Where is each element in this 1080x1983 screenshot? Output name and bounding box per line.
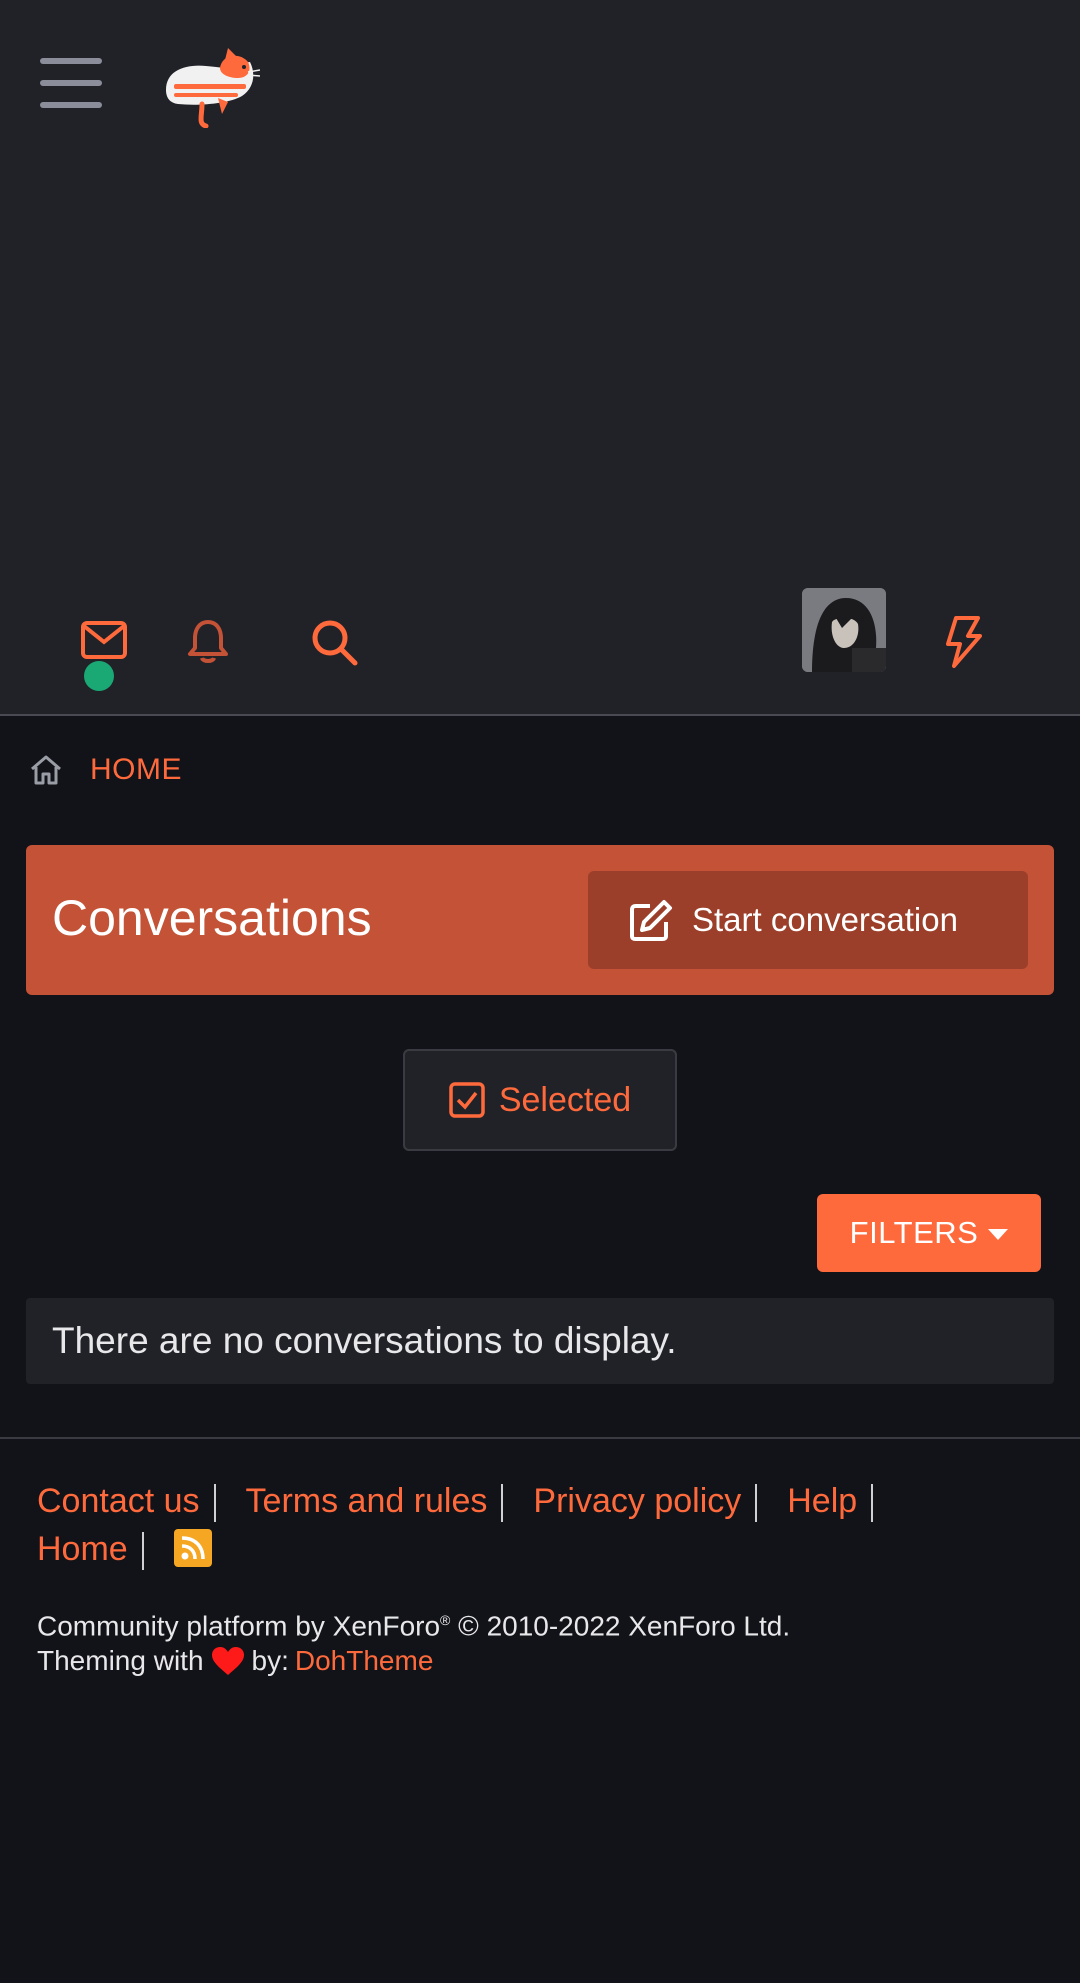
start-conversation-label: Start conversation (692, 901, 958, 938)
help-link[interactable]: Help (787, 1482, 857, 1520)
page-title-bar: Conversations Start conversation (26, 845, 1054, 995)
caret-down-icon (988, 1229, 1009, 1240)
checkbox-icon (449, 1082, 485, 1118)
user-avatar[interactable] (802, 588, 886, 672)
privacy-link[interactable]: Privacy policy (533, 1482, 741, 1520)
breadcrumb-home-link[interactable]: HOME (90, 753, 182, 787)
link-separator (213, 1484, 216, 1523)
link-separator (141, 1532, 144, 1571)
edit-icon (630, 900, 672, 941)
mail-icon[interactable] (80, 620, 128, 660)
page-title: Conversations (52, 890, 372, 946)
theming-prefix: Theming with (37, 1645, 204, 1676)
footer-home-link[interactable]: Home (37, 1530, 128, 1568)
search-icon[interactable] (309, 617, 359, 667)
bolt-icon[interactable] (944, 614, 984, 670)
footer-divider (0, 1437, 1080, 1439)
online-status-dot (84, 661, 114, 691)
breadcrumb: HOME (28, 748, 182, 792)
avatar-image (802, 588, 886, 672)
site-header (0, 0, 1080, 716)
theming-credit: Theming with by: DohTheme (37, 1640, 433, 1682)
bell-icon[interactable] (187, 618, 229, 664)
empty-message-text: There are no conversations to display. (52, 1320, 677, 1361)
link-separator (871, 1484, 874, 1523)
empty-conversations-message: There are no conversations to display. (26, 1298, 1054, 1384)
registered-mark: ® (440, 1612, 451, 1628)
home-icon[interactable] (28, 753, 64, 787)
dohtheme-link[interactable]: DohTheme (295, 1640, 434, 1682)
start-conversation-button[interactable]: Start conversation (588, 871, 1028, 969)
selected-label: Selected (498, 1080, 632, 1119)
selected-button[interactable]: Selected (403, 1049, 677, 1151)
filters-label: FILTERS (849, 1215, 979, 1250)
heart-icon (211, 1647, 244, 1675)
copyright-prefix: Community platform by XenForo (37, 1610, 441, 1642)
site-logo[interactable] (158, 40, 260, 128)
rss-icon[interactable] (173, 1529, 212, 1568)
link-separator (755, 1484, 758, 1523)
hamburger-menu-icon[interactable] (40, 58, 102, 108)
copyright-suffix: © 2010-2022 XenForo Ltd. (450, 1610, 791, 1642)
footer-links: Contact us Terms and rules Privacy policy H… (37, 1477, 1047, 1573)
terms-link[interactable]: Terms and rules (246, 1482, 488, 1520)
contact-us-link[interactable]: Contact us (37, 1482, 200, 1520)
theming-by: by: (251, 1645, 289, 1676)
filters-button[interactable]: FILTERS (817, 1194, 1041, 1272)
link-separator (501, 1484, 504, 1523)
